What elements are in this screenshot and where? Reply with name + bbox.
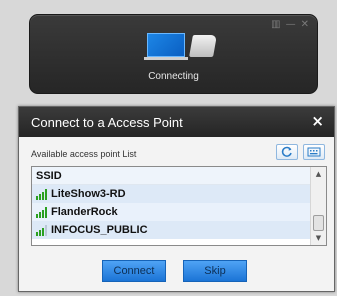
window-controls: ▥ — ✕ [271, 20, 309, 30]
ssid-column-header: SSID [32, 167, 310, 185]
access-point-rows: LiteShow3-RD FlanderRock INFOCUS_PUBLIC [32, 185, 310, 239]
keyboard-icon [307, 147, 321, 157]
dialog-body: Available access point List SSID LiteSho… [19, 137, 334, 291]
laptop-base [144, 57, 188, 60]
connect-button[interactable]: Connect [102, 260, 166, 282]
list-caption: Available access point List [31, 149, 137, 159]
status-text: Connecting [148, 71, 199, 82]
laptop-icon [147, 33, 185, 57]
settings-icon[interactable]: ▥ [271, 20, 280, 30]
access-point-row[interactable]: LiteShow3-RD [32, 185, 310, 203]
refresh-icon [281, 146, 292, 157]
skip-button[interactable]: Skip [183, 260, 247, 282]
ssid-label: INFOCUS_PUBLIC [51, 224, 148, 236]
close-icon[interactable]: ✕ [301, 20, 309, 30]
dialog-titlebar: Connect to a Access Point × [19, 107, 334, 137]
refresh-button[interactable] [276, 144, 298, 160]
keyboard-button[interactable] [303, 144, 325, 160]
ssid-label: LiteShow3-RD [51, 188, 126, 200]
scroll-thumb[interactable] [313, 215, 324, 231]
signal-strength-icon [36, 188, 47, 200]
signal-strength-icon [36, 224, 47, 236]
scroll-up-icon[interactable]: ▲ [311, 168, 326, 180]
projector-icon [189, 35, 217, 57]
status-panel: ▥ — ✕ Connecting [29, 14, 318, 94]
signal-strength-icon [36, 206, 47, 218]
laptop-projector-icon [144, 33, 217, 61]
access-point-row[interactable]: FlanderRock [32, 203, 310, 221]
dialog-title: Connect to a Access Point [31, 115, 183, 130]
access-point-row[interactable]: INFOCUS_PUBLIC [32, 221, 310, 239]
scroll-down-icon[interactable]: ▼ [311, 232, 326, 244]
minimize-icon[interactable]: — [286, 20, 296, 30]
access-point-list[interactable]: SSID LiteShow3-RD FlanderRock INFOCUS_PUBL… [31, 166, 327, 246]
access-point-dialog: Connect to a Access Point × Available ac… [18, 106, 335, 292]
list-scrollbar[interactable]: ▲ ▼ [310, 167, 326, 245]
dialog-close-button[interactable]: × [311, 112, 324, 130]
ssid-label: FlanderRock [51, 206, 118, 218]
app-stage: ▥ — ✕ Connecting Connect to a Access Poi… [0, 0, 337, 296]
